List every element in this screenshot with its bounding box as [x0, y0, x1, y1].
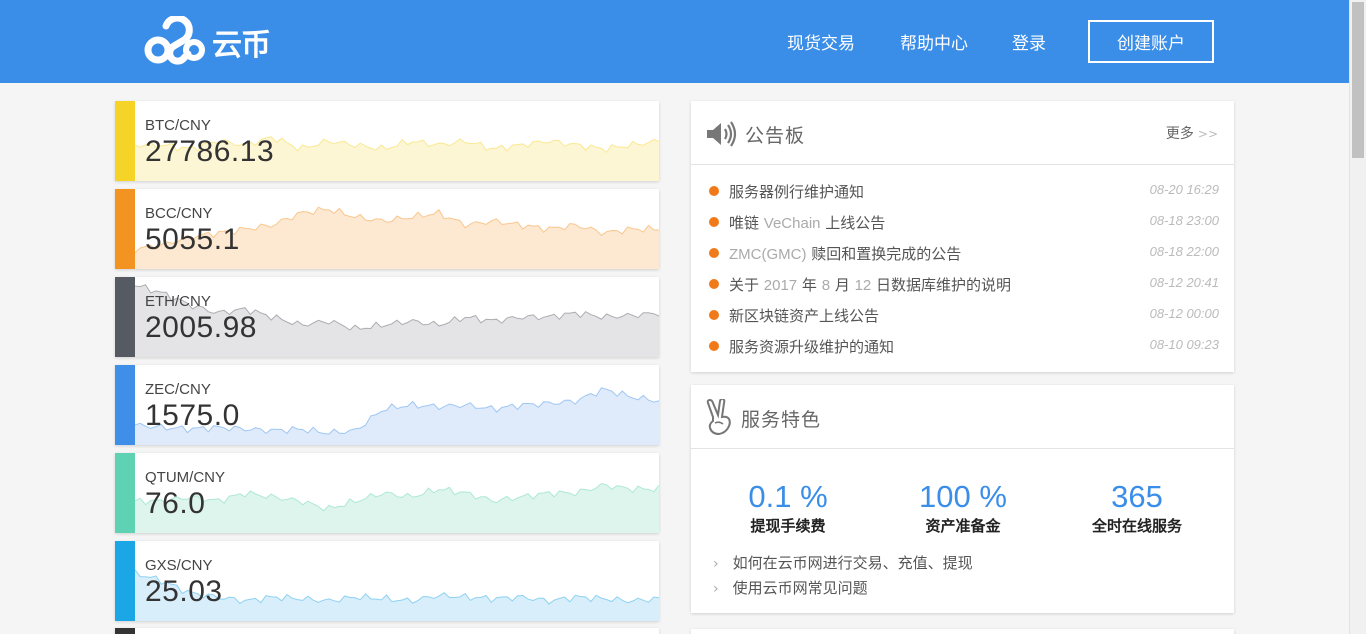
ticker-color-bar	[115, 101, 135, 181]
ticker-pair: QTUM/CNY	[145, 469, 225, 486]
victory-hand-icon	[706, 399, 731, 435]
bullet-dot-icon	[709, 310, 719, 320]
ticker-sparkline	[135, 482, 659, 533]
ticker-color-bar	[115, 453, 135, 533]
announcement-item[interactable]: 新区块链资产上线公告 08-12 00:00	[709, 304, 1219, 326]
ticker-card[interactable]: GXS/CNY 25.03	[115, 541, 659, 621]
ticker-color-bar	[115, 277, 135, 357]
stat-online-service: 365 全时在线服务	[1077, 480, 1197, 536]
bullet-dot-icon	[709, 341, 719, 351]
announcement-item[interactable]: ZMC(GMC) 赎回和置换完成的公告 08-18 22:00	[709, 242, 1219, 264]
announcement-title: 新区块链资产上线公告	[729, 307, 880, 325]
announcement-item[interactable]: 服务器例行维护通知 08-20 16:29	[709, 180, 1219, 202]
announcement-title: 关于 2017 年 8 月 12 日数据库维护的说明	[729, 276, 1012, 294]
announcement-header: 公告板 更多 >>	[691, 101, 1234, 165]
ticker-price: 1575.0	[145, 399, 240, 432]
ticker-card[interactable]: QTUM/CNY 76.0	[115, 453, 659, 533]
sparkline-area	[135, 483, 659, 533]
stat-value: 0.1 %	[748, 479, 828, 514]
brand-logo[interactable]: 云币	[144, 16, 271, 68]
features-header: 服务特色	[691, 385, 1234, 449]
stat-reserve: 100 % 资产准备金	[903, 480, 1023, 536]
ticker-pair: ZEC/CNY	[145, 381, 211, 398]
speaker-icon	[707, 121, 737, 147]
nav-login[interactable]: 登录	[1012, 0, 1046, 83]
ticker-color-bar	[115, 189, 135, 269]
page-scrollbar[interactable]	[1349, 0, 1366, 634]
more-arrow: >>	[1197, 127, 1218, 141]
scrollbar-thumb[interactable]	[1352, 2, 1364, 158]
stat-label: 提现手续费	[750, 517, 826, 535]
ticker-card[interactable]: BCC/CNY 5055.1	[115, 189, 659, 269]
announcement-item[interactable]: 唯链 VeChain 上线公告 08-18 23:00	[709, 211, 1219, 233]
help-link-trading[interactable]: › 如何在云币网进行交易、充值、提现	[713, 552, 973, 573]
announcement-date: 08-12 00:00	[1149, 306, 1219, 321]
ticker-price: 76.0	[145, 487, 206, 520]
panel-partial	[691, 629, 1234, 634]
bullet-dot-icon	[709, 186, 719, 196]
announcement-date: 08-12 20:41	[1149, 275, 1219, 290]
stat-withdraw-fee: 0.1 % 提现手续费	[733, 480, 843, 536]
stat-label: 资产准备金	[925, 517, 1001, 535]
announcement-title: 服务资源升级维护的通知	[729, 338, 895, 356]
ticker-price: 5055.1	[145, 223, 240, 256]
ticker-pair: GXS/CNY	[145, 557, 213, 574]
top-header: 云币 现货交易 帮助中心 登录 创建账户	[0, 0, 1349, 83]
create-account-button[interactable]: 创建账户	[1088, 20, 1214, 63]
nav-spot-trading[interactable]: 现货交易	[787, 0, 855, 83]
chevron-right-icon: ›	[713, 581, 719, 597]
bullet-dot-icon	[709, 248, 719, 258]
announcement-item[interactable]: 关于 2017 年 8 月 12 日数据库维护的说明 08-12 20:41	[709, 273, 1219, 295]
announcement-title: ZMC(GMC) 赎回和置换完成的公告	[729, 245, 962, 263]
ticker-pair: BTC/CNY	[145, 117, 211, 134]
bullet-dot-icon	[709, 217, 719, 227]
ticker-price: 25.03	[145, 575, 223, 608]
announcement-item[interactable]: 服务资源升级维护的通知 08-10 09:23	[709, 335, 1219, 357]
announcement-panel: 公告板 更多 >> 服务器例行维护通知 08-20 16:29 唯链 VeChain …	[691, 101, 1234, 372]
bullet-dot-icon	[709, 279, 719, 289]
more-link[interactable]: 更多 >>	[1166, 123, 1218, 143]
ticker-card[interactable]: BTC/CNY 27786.13	[115, 101, 659, 181]
nav-help-center[interactable]: 帮助中心	[900, 0, 968, 83]
cloud-s-logo-icon	[144, 16, 205, 65]
more-label: 更多	[1165, 126, 1194, 142]
announcement-title: 服务器例行维护通知	[729, 183, 865, 201]
announcement-date: 08-18 23:00	[1149, 213, 1219, 228]
ticker-card-partial	[115, 628, 659, 634]
features-panel: 服务特色 0.1 % 提现手续费 100 % 资产准备金 365 全时在线服务 …	[691, 385, 1234, 613]
ticker-price: 27786.13	[145, 135, 275, 168]
brand-name: 云币	[212, 28, 271, 63]
stat-value: 365	[1111, 479, 1163, 514]
announcement-date: 08-20 16:29	[1149, 182, 1219, 197]
stat-label: 全时在线服务	[1091, 517, 1182, 535]
help-link-faq[interactable]: › 使用云币网常见问题	[713, 577, 868, 598]
announcement-title: 公告板	[745, 125, 806, 147]
ticker-pair: BCC/CNY	[145, 205, 213, 222]
features-title: 服务特色	[741, 409, 822, 431]
ticker-card[interactable]: ZEC/CNY 1575.0	[115, 365, 659, 445]
help-link-label: 如何在云币网进行交易、充值、提现	[732, 554, 973, 572]
chevron-right-icon: ›	[713, 556, 719, 572]
announcement-title: 唯链 VeChain 上线公告	[729, 214, 886, 232]
ticker-price: 2005.98	[145, 311, 257, 344]
announcement-date: 08-10 09:23	[1149, 337, 1219, 352]
ticker-card[interactable]: ETH/CNY 2005.98	[115, 277, 659, 357]
ticker-pair: ETH/CNY	[145, 293, 211, 310]
stat-value: 100 %	[919, 479, 1007, 514]
ticker-color-bar	[115, 541, 135, 621]
ticker-color-bar	[115, 365, 135, 445]
announcement-date: 08-18 22:00	[1149, 244, 1219, 259]
help-link-label: 使用云币网常见问题	[732, 579, 868, 597]
